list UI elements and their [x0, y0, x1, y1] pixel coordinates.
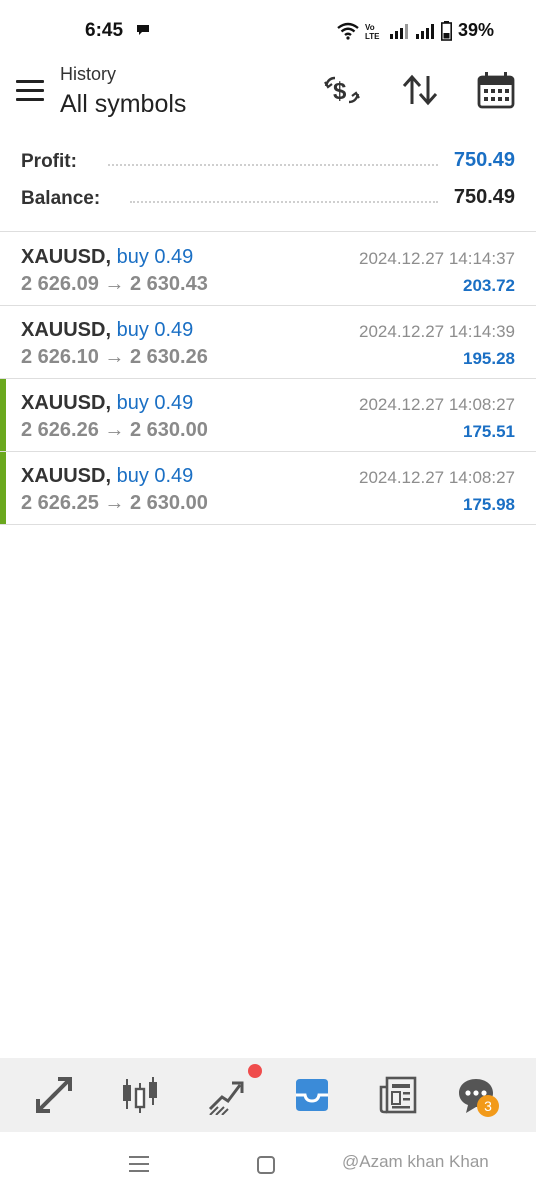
divider: [0, 231, 536, 232]
page: { "status_bar": { "time": "6:45", "batte…: [0, 0, 536, 1196]
trade-type: buy 0.49: [116, 319, 194, 341]
svg-text:LTE: LTE: [365, 32, 380, 40]
trade-type: buy 0.49: [116, 465, 194, 487]
recent-apps-icon[interactable]: [128, 1154, 150, 1174]
svg-text:Vo: Vo: [365, 23, 375, 32]
trade-type: buy 0.49: [116, 392, 194, 414]
menu-icon[interactable]: [16, 80, 44, 102]
app-header: History All symbols $: [0, 62, 536, 128]
calendar-icon[interactable]: [476, 70, 516, 110]
trade-row[interactable]: XAUUSD, buy 0.49 2 626.09 → 2 630.43 202…: [0, 233, 536, 305]
trade-prices: 2 626.10 → 2 630.26: [21, 346, 208, 368]
row-marker: [0, 379, 6, 451]
page-title[interactable]: All symbols: [60, 90, 186, 119]
svg-text:$: $: [333, 78, 347, 105]
trade-prices: 2 626.25 → 2 630.00: [21, 492, 208, 514]
trade-symbol-line: XAUUSD, buy 0.49: [21, 465, 193, 488]
notification-dot: [248, 1064, 262, 1078]
header-subtitle: History: [60, 64, 117, 84]
trade-symbol-line: XAUUSD, buy 0.49: [21, 246, 193, 269]
trade-type: buy 0.49: [116, 246, 194, 268]
signal-icon: [415, 23, 434, 39]
trade-profit: 175.98: [463, 495, 515, 514]
home-icon[interactable]: [256, 1155, 276, 1175]
profit-value: 750.49: [453, 149, 515, 171]
watermark: @Azam khan Khan: [342, 1152, 489, 1171]
trade-symbol: XAUUSD,: [21, 319, 112, 341]
trade-time: 2024.12.27 14:08:27: [359, 468, 515, 487]
status-bar: 6:45 Vo LTE 39%: [0, 0, 536, 62]
status-time: 6:45: [85, 20, 124, 41]
trade-time: 2024.12.27 14:14:39: [359, 322, 515, 341]
nav-history[interactable]: [272, 1058, 352, 1132]
nav-quotes[interactable]: [14, 1058, 94, 1132]
bottom-nav: 3: [0, 1058, 536, 1132]
profit-row: Profit: 750.49: [0, 147, 536, 177]
messages-badge: 3: [477, 1095, 499, 1117]
trade-time: 2024.12.27 14:08:27: [359, 395, 515, 414]
system-nav-bar: @Azam khan Khan: [0, 1132, 536, 1196]
row-marker: [0, 452, 6, 524]
nav-trade[interactable]: [186, 1058, 266, 1132]
nav-chart[interactable]: [100, 1058, 180, 1132]
news-icon: [379, 1076, 417, 1114]
balance-row: Balance: 750.49: [0, 184, 536, 214]
trade-profit: 195.28: [463, 349, 515, 368]
volte-icon: Vo LTE: [365, 23, 380, 40]
trade-row[interactable]: XAUUSD, buy 0.49 2 626.25 → 2 630.00 202…: [0, 452, 536, 524]
wifi-icon: [337, 22, 359, 40]
trade-symbol-line: XAUUSD, buy 0.49: [21, 319, 193, 342]
trade-symbol: XAUUSD,: [21, 465, 112, 487]
signal-icon: [389, 23, 408, 39]
dotted-leader: [130, 201, 438, 203]
dotted-leader: [108, 164, 438, 166]
sort-icon[interactable]: [400, 70, 440, 110]
trade-prices: 2 626.09 → 2 630.43: [21, 273, 208, 295]
battery-icon: [440, 20, 452, 41]
chart-icon: [123, 1077, 157, 1113]
history-icon: [296, 1079, 328, 1111]
trade-prices: 2 626.26 → 2 630.00: [21, 419, 208, 441]
profit-label: Profit:: [21, 151, 77, 172]
battery-level: 39%: [457, 20, 494, 40]
trade-icon: [208, 1081, 244, 1115]
trade-row[interactable]: XAUUSD, buy 0.49 2 626.26 → 2 630.00 202…: [0, 379, 536, 451]
trade-symbol-line: XAUUSD, buy 0.49: [21, 392, 193, 415]
balance-value: 750.49: [453, 186, 515, 208]
balance-label: Balance:: [21, 188, 101, 209]
divider: [0, 524, 536, 525]
trade-symbol: XAUUSD,: [21, 246, 112, 268]
trade-time: 2024.12.27 14:14:37: [359, 249, 515, 268]
currency-exchange-icon[interactable]: $: [322, 70, 362, 110]
trade-row[interactable]: XAUUSD, buy 0.49 2 626.10 → 2 630.26 202…: [0, 306, 536, 378]
quotes-icon: [36, 1077, 72, 1113]
status-icons: Vo LTE 39%: [337, 20, 494, 41]
message-icon: [137, 25, 149, 35]
nav-messages[interactable]: 3: [436, 1058, 516, 1132]
trade-profit: 175.51: [463, 422, 515, 441]
nav-news[interactable]: [358, 1058, 438, 1132]
trade-profit: 203.72: [463, 276, 515, 295]
trade-symbol: XAUUSD,: [21, 392, 112, 414]
